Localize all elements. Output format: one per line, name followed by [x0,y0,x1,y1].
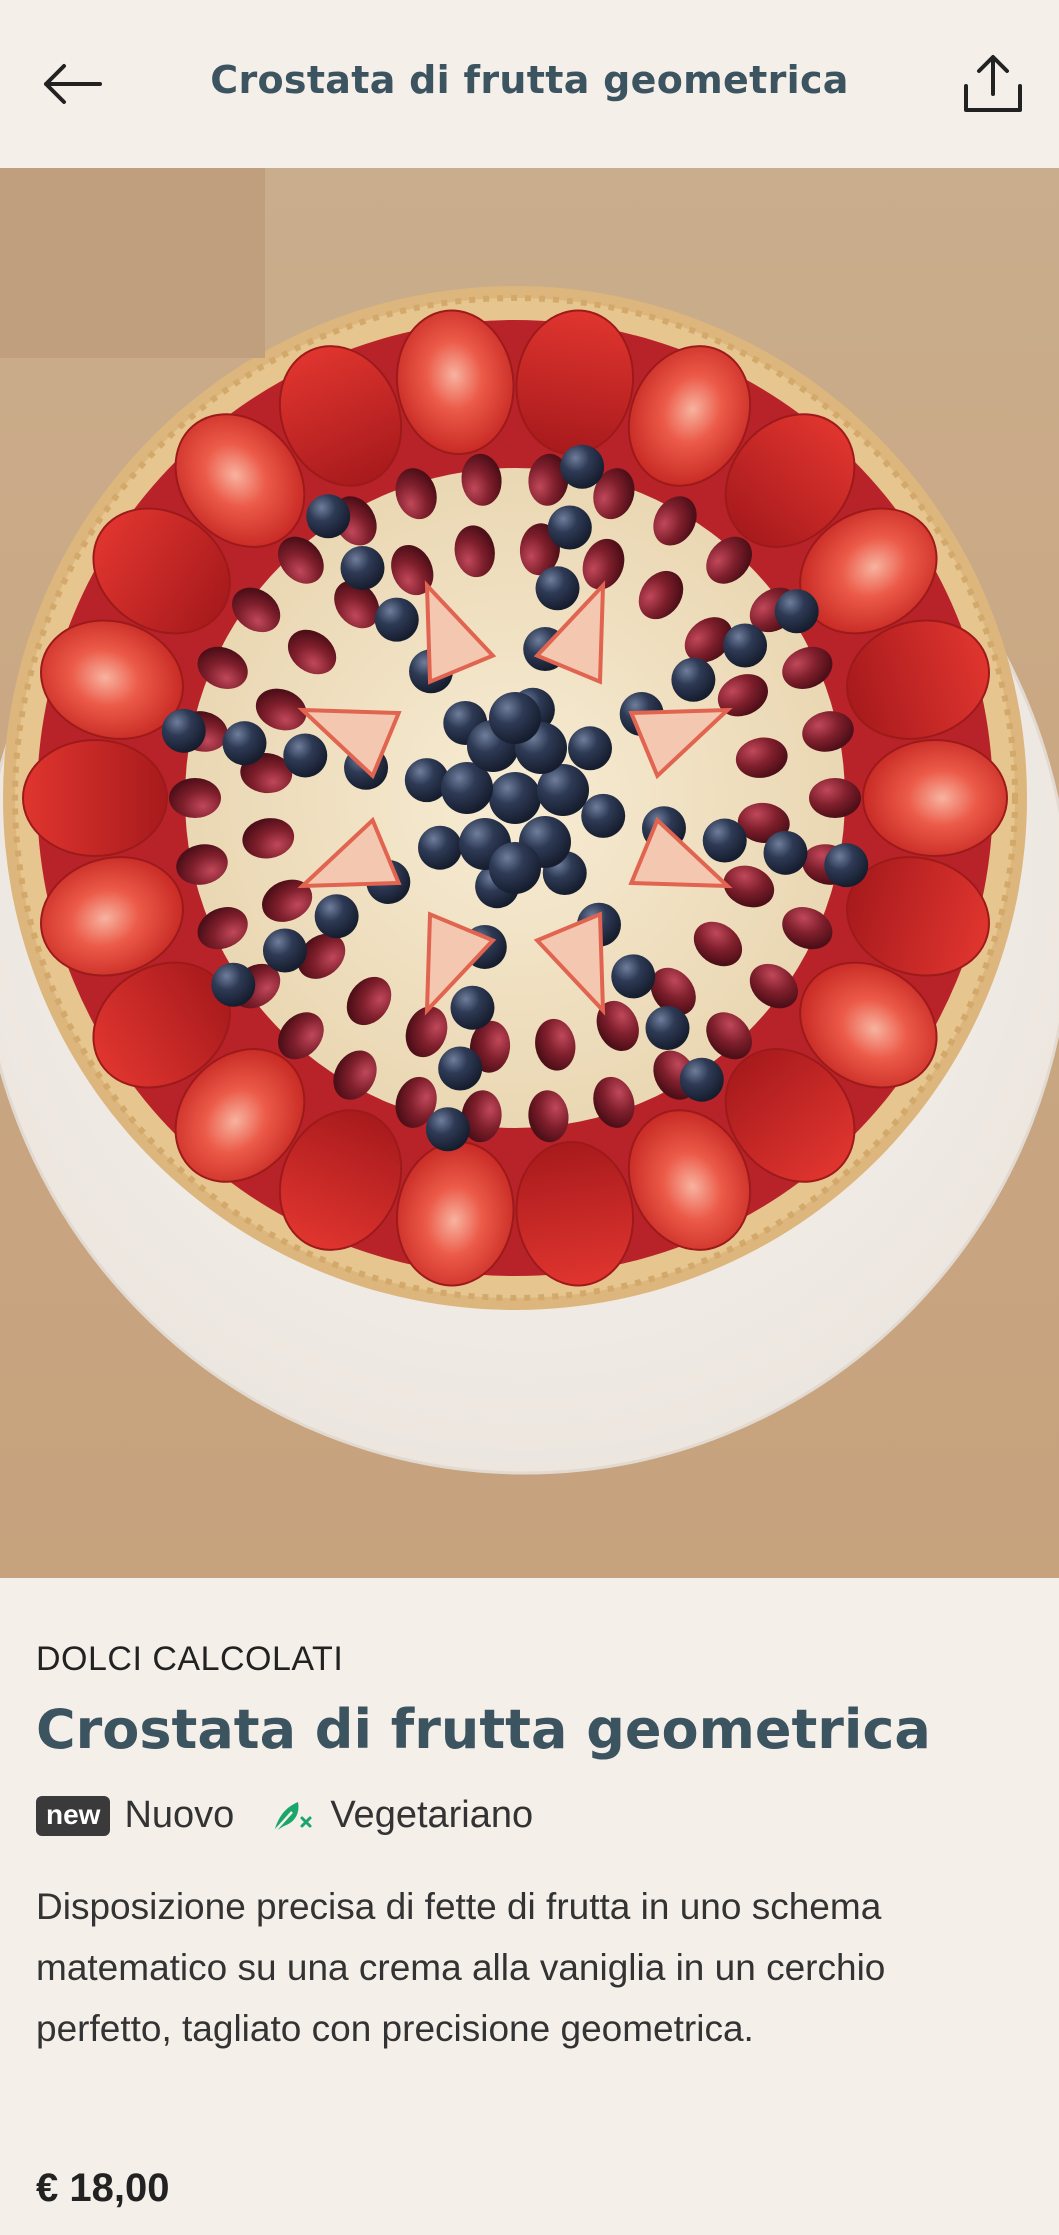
product-description: Disposizione precisa di fette di frutta … [36,1886,886,2049]
background-panel [0,168,265,358]
category-label: DOLCI CALCOLATI [36,1640,344,1678]
tag-new-label: Nuovo [124,1794,235,1836]
fruit-tart-illustration [0,286,1059,1475]
share-upload-icon [964,55,1022,112]
share-button[interactable] [957,44,1029,124]
new-badge: new [36,1795,111,1836]
tag-row: new Nuovo Vegetariano [36,1794,533,1837]
arrow-left-icon [44,64,102,104]
product-title: Crostata di frutta geometrica [36,1698,931,1761]
vegetarian-tag: Vegetariano [270,1794,533,1837]
product-image [0,168,1059,1578]
back-button[interactable] [36,48,108,120]
leaf-vegetarian-icon [270,1796,316,1836]
page-title: Crostata di frutta geometrica [210,58,849,102]
product-price: € 18,00 [36,2166,170,2210]
top-bar: Crostata di frutta geometrica [0,0,1059,168]
tag-vegetarian-label: Vegetariano [330,1794,534,1836]
